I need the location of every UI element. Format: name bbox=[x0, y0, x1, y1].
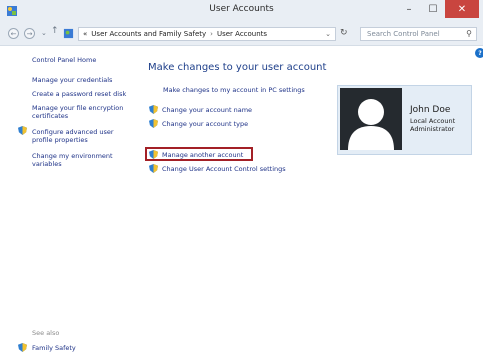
chevron-down-icon: ⌄ bbox=[41, 29, 47, 37]
uac-shield-icon bbox=[149, 150, 158, 159]
refresh-icon: ↻ bbox=[340, 28, 348, 38]
page-title: Make changes to your user account bbox=[148, 62, 327, 73]
user-silhouette-icon bbox=[348, 99, 394, 150]
sidebar-item-password-reset-disk[interactable]: Create a password reset disk bbox=[32, 90, 132, 98]
address-control-panel-icon bbox=[63, 28, 74, 39]
uac-shield-icon bbox=[149, 119, 158, 128]
breadcrumb-overflow[interactable]: « bbox=[83, 30, 87, 38]
maximize-button[interactable]: ☐ bbox=[421, 0, 445, 18]
change-account-name-link[interactable]: Change your account name bbox=[162, 106, 252, 114]
breadcrumb-user-accounts-family-safety[interactable]: User Accounts and Family Safety bbox=[91, 30, 206, 38]
sidebar-family-safety[interactable]: Family Safety bbox=[32, 344, 132, 352]
up-arrow-icon: ↑ bbox=[51, 26, 59, 36]
breadcrumb-separator-icon: › bbox=[210, 30, 213, 38]
sidebar-control-panel-home[interactable]: Control Panel Home bbox=[32, 56, 132, 64]
user-accounts-window: User Accounts – ☐ ✕ ← → ⌄ ↑ « User Accou… bbox=[0, 0, 483, 362]
sidebar: Control Panel Home Manage your credentia… bbox=[0, 46, 135, 362]
recent-pages-button[interactable]: ⌄ bbox=[41, 29, 47, 37]
search-icon[interactable]: ⚲ bbox=[466, 29, 472, 38]
minimize-button[interactable]: – bbox=[397, 0, 421, 18]
pc-settings-link[interactable]: Make changes to my account in PC setting… bbox=[163, 86, 305, 94]
help-icon[interactable]: ? bbox=[475, 48, 483, 58]
navigation-bar: ← → ⌄ ↑ « User Accounts and Family Safet… bbox=[0, 23, 483, 46]
family-safety-icon bbox=[18, 343, 27, 352]
address-dropdown-icon[interactable]: ⌄ bbox=[325, 30, 331, 38]
refresh-button[interactable]: ↻ bbox=[340, 28, 352, 40]
user-account-card: John Doe Local Account Administrator bbox=[337, 85, 472, 155]
sidebar-item-environment-variables[interactable]: Change my environment variables bbox=[32, 152, 132, 168]
back-arrow-icon: ← bbox=[10, 29, 17, 38]
breadcrumb-user-accounts[interactable]: User Accounts bbox=[217, 30, 267, 38]
window-controls: – ☐ ✕ bbox=[397, 0, 479, 18]
user-name: John Doe bbox=[410, 105, 451, 115]
address-bar[interactable]: « User Accounts and Family Safety › User… bbox=[78, 27, 336, 41]
sidebar-item-manage-credentials[interactable]: Manage your credentials bbox=[32, 76, 132, 84]
forward-button[interactable]: → bbox=[24, 28, 35, 39]
account-type: Local Account bbox=[410, 117, 456, 125]
back-button[interactable]: ← bbox=[8, 28, 19, 39]
up-button[interactable]: ↑ bbox=[51, 26, 59, 36]
change-account-type-link[interactable]: Change your account type bbox=[162, 120, 248, 128]
title-bar: User Accounts – ☐ ✕ bbox=[0, 0, 483, 23]
uac-shield-icon bbox=[149, 164, 158, 173]
search-placeholder: Search Control Panel bbox=[367, 30, 440, 38]
close-button[interactable]: ✕ bbox=[445, 0, 479, 18]
search-box[interactable]: Search Control Panel ⚲ bbox=[360, 27, 477, 41]
uac-shield-icon bbox=[18, 126, 27, 135]
minimize-icon: – bbox=[406, 3, 412, 15]
see-also-label: See also bbox=[32, 329, 60, 337]
sidebar-item-advanced-profile[interactable]: Configure advanced user profile properti… bbox=[32, 128, 132, 144]
close-icon: ✕ bbox=[457, 3, 467, 15]
forward-arrow-icon: → bbox=[26, 29, 33, 38]
maximize-icon: ☐ bbox=[428, 3, 438, 15]
avatar bbox=[340, 88, 402, 150]
manage-another-account-link[interactable]: Manage another account bbox=[162, 151, 243, 159]
sidebar-item-file-encryption[interactable]: Manage your file encryption certificates bbox=[32, 104, 132, 120]
uac-shield-icon bbox=[149, 105, 158, 114]
account-role: Administrator bbox=[410, 125, 455, 133]
uac-settings-link[interactable]: Change User Account Control settings bbox=[162, 165, 286, 173]
